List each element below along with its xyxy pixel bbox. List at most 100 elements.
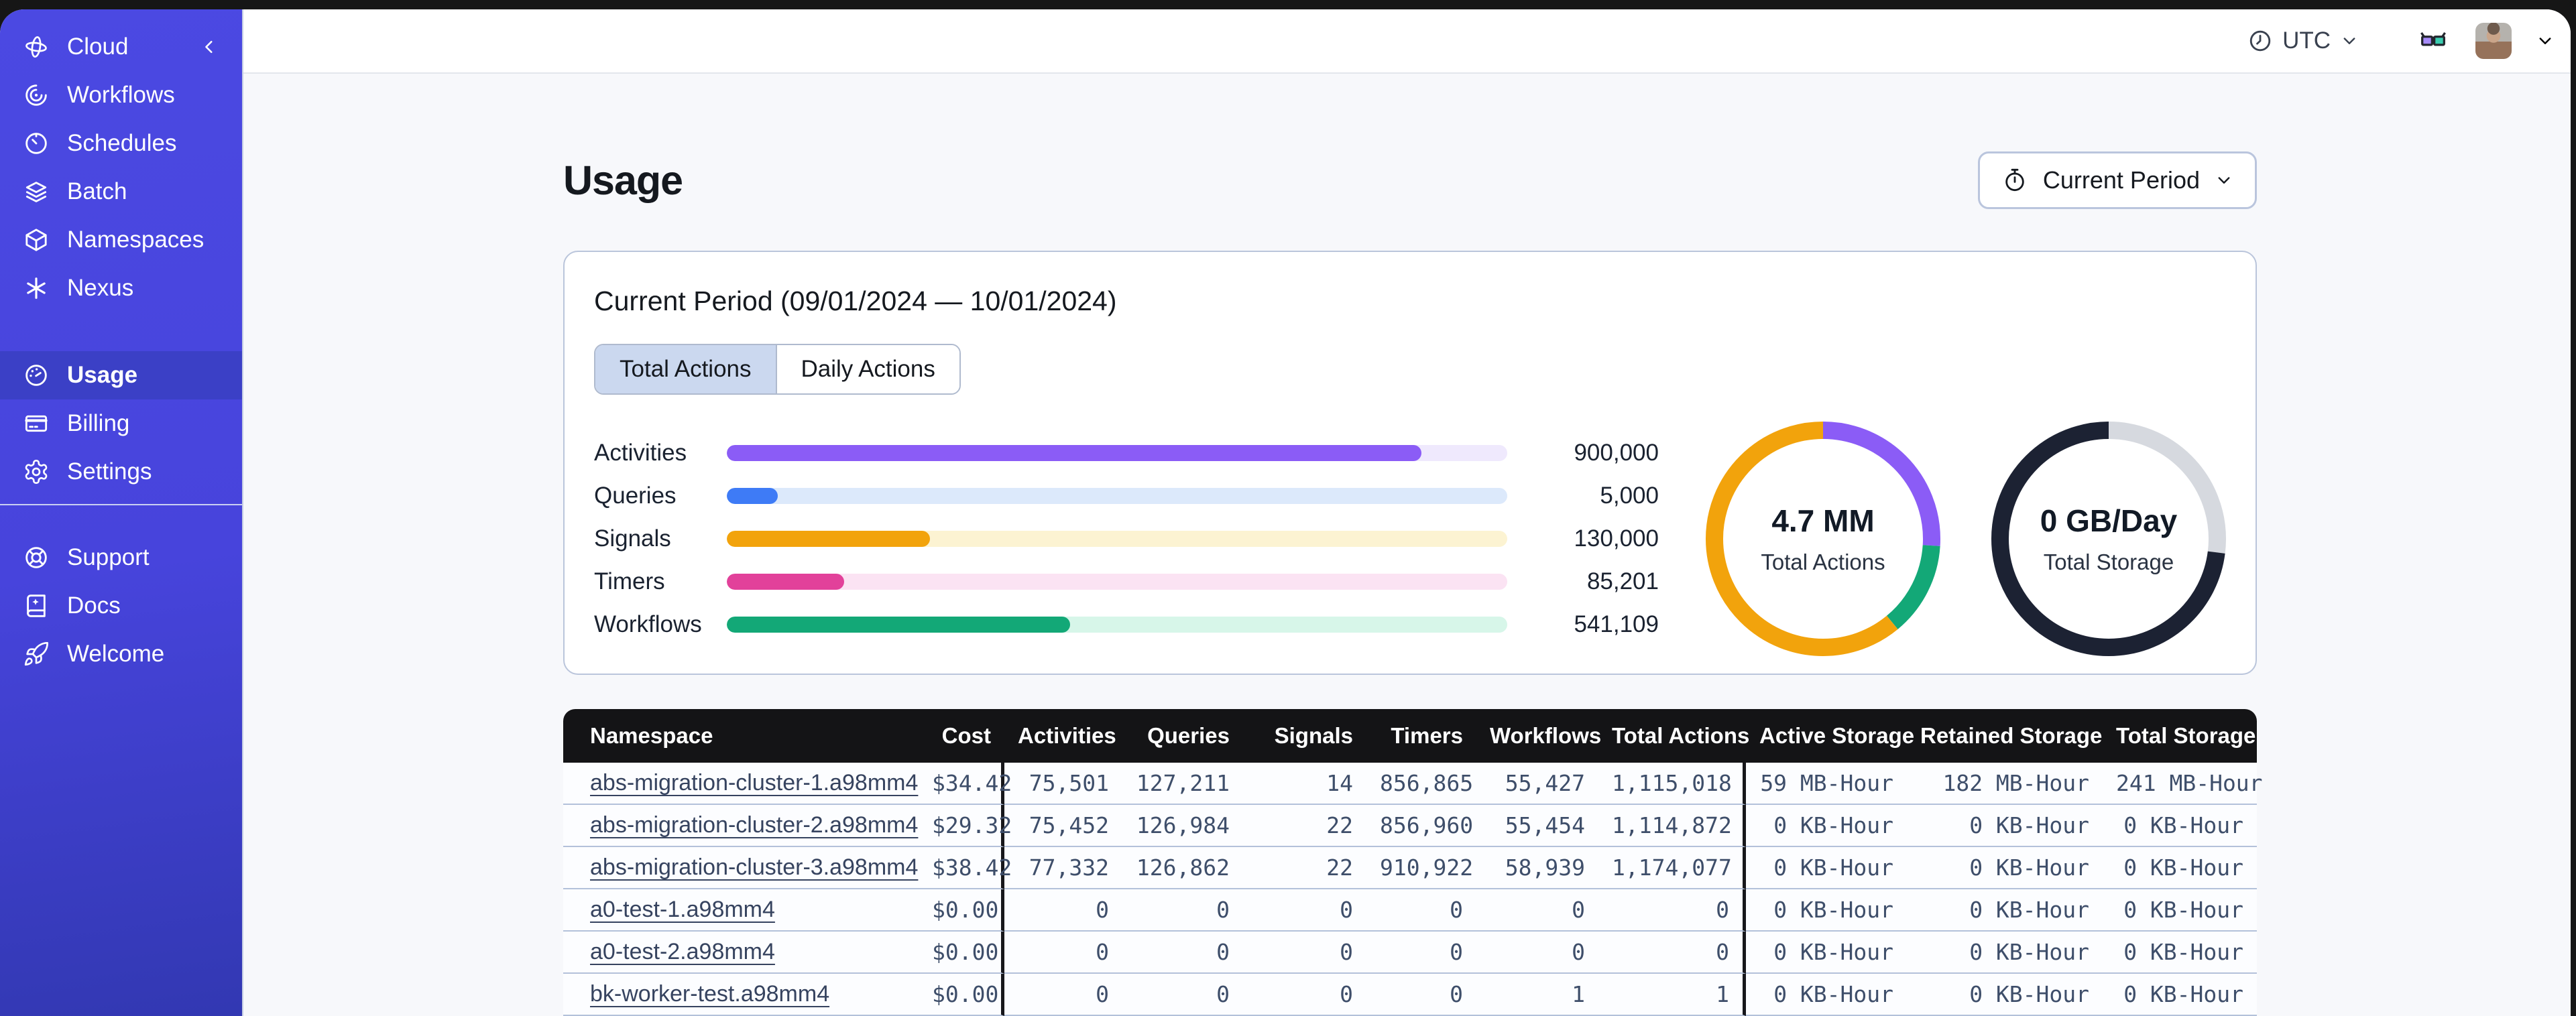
bar-label: Queries [594,483,677,509]
sidebar-item-workflows[interactable]: Workflows [0,71,242,119]
donut-center-value: 4.7 MM [1771,503,1875,538]
sidebar-item-support[interactable]: Support [0,533,242,582]
dev-glasses-icon[interactable] [2415,26,2451,56]
table-cell-timers: 910,922 [1366,847,1476,889]
namespace-cell: abs-migration-cluster-3.a98mm4 [563,847,919,889]
sidebar-item-schedules[interactable]: Schedules [0,119,242,168]
table-row: abs-migration-cluster-1.a98mm4 $34.42 75,5… [563,763,2263,805]
period-chevron-down-icon [2215,171,2233,190]
table-row: abs-migration-cluster-3.a98mm4 $38.42 77,3… [563,847,2257,889]
usage-donut-charts: 4.7 MM Total Actions 0 GB/Day Total Storage [1706,422,2226,656]
table-cell-active-storage: 0 KB-Hour [1746,889,1907,932]
sidebar-item-usage[interactable]: Usage [0,351,242,399]
sidebar-header-label: Cloud [67,34,129,60]
clock-icon [2247,28,2273,54]
sidebar-item-settings[interactable]: Settings [0,448,242,496]
sidebar-item-welcome[interactable]: Welcome [0,630,242,678]
namespace-link[interactable]: a0-test-1.a98mm4 [590,897,775,922]
period-selector-button[interactable]: Current Period [1977,151,2257,209]
table-cell-workflows: 0 [1476,889,1598,932]
sidebar-header[interactable]: Cloud [0,23,242,71]
main-area: UTC Usage Current Period Current Period … [243,9,2571,1016]
bar-track [727,574,1507,590]
sidebar-item-label: Workflows [67,82,175,108]
column-header-cost: Cost [919,709,1004,763]
nexus-icon [23,275,50,302]
column-header-signals: Signals [1243,709,1366,763]
namespaces-icon [23,227,50,253]
table-cell-retained-storage: 0 KB-Hour [1907,974,2103,1016]
donut-chart: 4.7 MM Total Actions [1706,422,1940,656]
tab-daily-actions[interactable]: Daily Actions [775,345,959,393]
sidebar-item-label: Namespaces [67,227,204,253]
timezone-selector[interactable]: UTC [2247,27,2359,54]
namespace-link[interactable]: abs-migration-cluster-2.a98mm4 [590,812,918,838]
sidebar-item-docs[interactable]: Docs [0,582,242,630]
sidebar-item-label: Nexus [67,275,134,301]
usage-bar-row-activities: Activities 900,000 [594,440,1659,466]
settings-icon [23,458,50,485]
support-icon [23,544,50,571]
sidebar-item-label: Welcome [67,641,165,667]
collapse-sidebar-chevron-left-icon[interactable] [199,37,219,57]
sidebar-group-account: Usage Billing Settings [0,351,242,496]
namespace-link[interactable]: bk-worker-test.a98mm4 [590,981,829,1007]
table-cell-activities: 75,501 [1004,763,1122,805]
table-cell-total-actions: 1,114,872 [1598,805,1746,847]
table-cell-active-storage: 0 KB-Hour [1746,932,1907,974]
table-cell-active-storage: 59 MB-Hour [1746,763,1907,805]
namespace-link[interactable]: abs-migration-cluster-1.a98mm4 [590,770,918,796]
sidebar-group-footer: Support Docs Welcome [0,505,242,678]
table-cell-signals: 22 [1243,805,1366,847]
billing-icon [23,410,50,437]
namespace-cell: bk-worker-test.a98mm4 [563,974,919,1016]
table-cell-timers: 0 [1366,974,1476,1016]
user-avatar[interactable] [2475,23,2512,59]
namespace-cell: a0-test-2.a98mm4 [563,932,919,974]
current-period-card: Current Period (09/01/2024 — 10/01/2024)… [563,251,2257,675]
table-cell-active-storage: 0 KB-Hour [1746,847,1907,889]
table-cell-activities: 75,452 [1004,805,1122,847]
usage-bar-chart: Activities 900,000 Queries 5,000 Signals 130,… [594,440,1706,637]
namespace-link[interactable]: a0-test-2.a98mm4 [590,939,775,964]
sidebar-item-billing[interactable]: Billing [0,399,242,448]
bar-label: Timers [594,568,665,594]
sidebar-item-label: Settings [67,458,152,485]
table-cell-workflows: 1 [1476,974,1598,1016]
table-cell-timers: 0 [1366,889,1476,932]
table-cell-total-storage: 0 KB-Hour [2103,974,2257,1016]
sidebar-item-label: Batch [67,178,127,204]
bar-fill [727,488,778,504]
table-cell-retained-storage: 0 KB-Hour [1907,889,2103,932]
table-cell-total-actions: 1,115,018 [1598,763,1746,805]
table-cell-activities: 0 [1004,932,1122,974]
namespace-link[interactable]: abs-migration-cluster-3.a98mm4 [590,854,918,880]
table-cell-cost: $34.42 [919,763,1012,805]
table-cell-cost: $0.00 [919,889,1004,932]
table-cell-queries: 127,211 [1122,763,1243,805]
account-menu-chevron-down-icon[interactable] [2536,31,2555,50]
sidebar-item-label: Usage [67,362,138,388]
bar-value: 85,201 [1586,568,1659,594]
sidebar-item-batch[interactable]: Batch [0,168,242,216]
sidebar-item-namespaces[interactable]: Namespaces [0,216,242,264]
tab-total-actions[interactable]: Total Actions [595,345,776,393]
donut-center: 0 GB/Day Total Storage [1991,422,2226,656]
table-cell-workflows: 0 [1476,932,1598,974]
bar-label: Signals [594,525,671,552]
table-cell-signals: 0 [1243,932,1366,974]
sidebar-item-nexus[interactable]: Nexus [0,264,242,312]
table-cell-timers: 856,960 [1366,805,1476,847]
bar-track [727,531,1507,547]
column-header-retained-storage: Retained Storage [1907,709,2103,763]
namespace-cell: a0-test-1.a98mm4 [563,889,919,932]
actions-tab-group: Total Actions Daily Actions [594,344,961,395]
sidebar-group-main: Workflows Schedules Batch Namespaces Nexus [0,71,242,312]
column-header-active-storage: Active Storage [1746,709,1914,763]
table-cell-workflows: 55,454 [1476,805,1598,847]
bar-fill [727,574,844,590]
bar-value: 5,000 [1600,483,1659,509]
sidebar: Cloud Workflows Schedules Batch Namespaces N… [0,9,243,1016]
donut-chart: 0 GB/Day Total Storage [1991,422,2226,656]
table-cell-cost: $29.32 [919,805,1012,847]
